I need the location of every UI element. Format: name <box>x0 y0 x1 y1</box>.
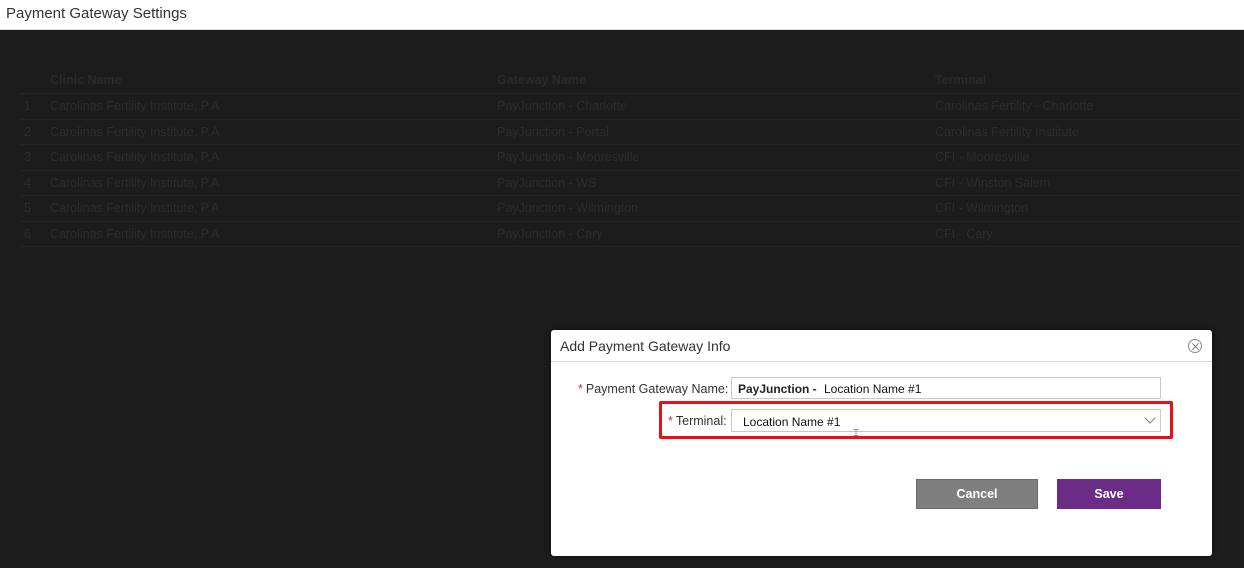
dialog-title: Add Payment Gateway Info <box>560 338 731 354</box>
page-title: Payment Gateway Settings <box>6 5 187 22</box>
cell-terminal: CFI - Winston Salem <box>935 170 1240 196</box>
row-index: 6 <box>20 221 50 247</box>
table-row[interactable]: 2 Carolinas Fertility Institute, P.A Pay… <box>20 119 1240 145</box>
text-cursor-icon: ⌶ <box>853 428 859 439</box>
cancel-button[interactable]: Cancel <box>916 479 1038 509</box>
row-index: 3 <box>20 144 50 171</box>
cell-clinic: Carolinas Fertility Institute, P.A <box>50 93 497 120</box>
dialog-header: Add Payment Gateway Info <box>551 330 1212 362</box>
add-gateway-dialog: Add Payment Gateway Info * Payment Gatewa… <box>551 330 1212 556</box>
save-button[interactable]: Save <box>1057 479 1161 509</box>
gateway-name-input[interactable]: PayJunction - Location Name #1 <box>731 377 1161 399</box>
table-row[interactable]: 1 Carolinas Fertility Institute, P.A Pay… <box>20 93 1240 120</box>
terminal-select[interactable]: Location Name #1 <box>731 409 1161 432</box>
cell-gateway: PayJunction - WS <box>497 170 935 196</box>
table-header-row: Clinic Name Gateway Name Terminal <box>20 67 1240 94</box>
cell-terminal: CFI - Wilmington <box>935 195 1240 222</box>
cell-clinic: Carolinas Fertility Institute, P.A <box>50 119 497 145</box>
column-clinic-name: Clinic Name <box>50 67 497 94</box>
cell-gateway: PayJunction - Wilmington <box>497 195 935 222</box>
cell-gateway: PayJunction - Charlotte <box>497 93 935 120</box>
terminal-label: * Terminal: <box>668 414 727 428</box>
column-gateway-name: Gateway Name <box>497 67 935 94</box>
table-row[interactable]: 6 Carolinas Fertility Institute, P.A Pay… <box>20 221 1240 247</box>
cell-clinic: Carolinas Fertility Institute, P.A <box>50 144 497 171</box>
gateway-name-value: Location Name #1 <box>824 382 922 396</box>
cell-clinic: Carolinas Fertility Institute, P.A <box>50 195 497 222</box>
cell-terminal: CFI - Cary <box>935 221 1240 247</box>
cell-gateway: PayJunction - Cary <box>497 221 935 247</box>
gateway-name-prefix: PayJunction - <box>738 382 817 396</box>
cell-clinic: Carolinas Fertility Institute, P.A <box>50 221 497 247</box>
cell-terminal: Carolinas Fertility - Charlotte <box>935 93 1240 120</box>
page-header: Payment Gateway Settings <box>0 0 1244 30</box>
row-index: 1 <box>20 93 50 120</box>
cell-gateway: PayJunction - Portal <box>497 119 935 145</box>
terminal-selected-value: Location Name #1 <box>743 415 841 429</box>
required-marker: * <box>578 382 583 396</box>
gateway-name-label: * Payment Gateway Name: <box>578 382 728 396</box>
cell-terminal: Carolinas Fertility Institute <box>935 119 1240 145</box>
cell-clinic: Carolinas Fertility Institute, P.A <box>50 170 497 196</box>
chevron-down-icon <box>1144 412 1156 424</box>
row-index: 5 <box>20 195 50 222</box>
table-row[interactable]: 5 Carolinas Fertility Institute, P.A Pay… <box>20 195 1240 222</box>
row-index: 2 <box>20 119 50 145</box>
table-row[interactable]: 3 Carolinas Fertility Institute, P.A Pay… <box>20 144 1240 171</box>
column-terminal: Terminal <box>935 67 1240 94</box>
gateway-name-label-text: Payment Gateway Name: <box>585 382 729 396</box>
close-icon[interactable] <box>1188 339 1202 353</box>
cell-gateway: PayJunction - Mooresville <box>497 144 935 171</box>
gateway-table: Clinic Name Gateway Name Terminal 1 Caro… <box>20 67 1240 247</box>
row-index: 4 <box>20 170 50 196</box>
column-index <box>20 67 50 94</box>
required-marker: * <box>668 414 673 428</box>
cell-terminal: CFI - Mooresville <box>935 144 1240 171</box>
table-row[interactable]: 4 Carolinas Fertility Institute, P.A Pay… <box>20 170 1240 196</box>
terminal-label-text: Terminal: <box>675 414 727 428</box>
